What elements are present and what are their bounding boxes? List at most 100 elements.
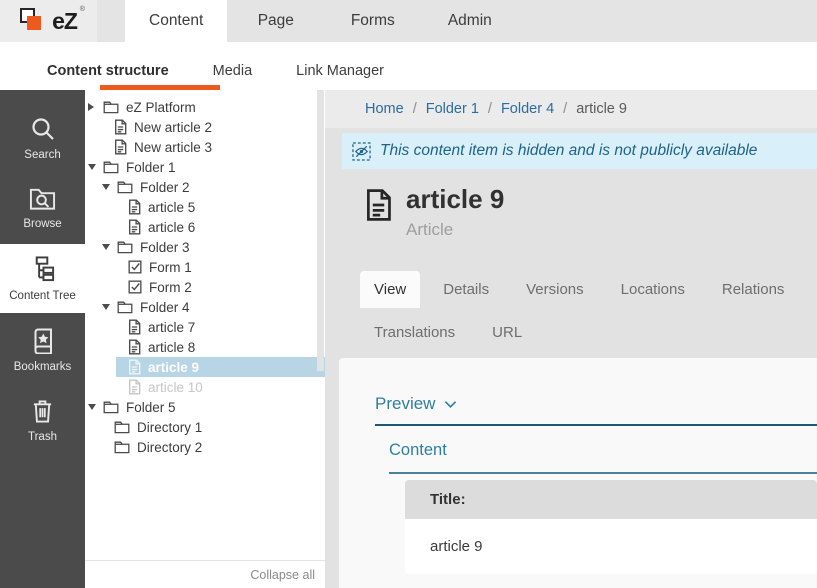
tree-item-form-1[interactable]: Form 1 <box>85 257 325 277</box>
tree-item-content: Form 2 <box>116 277 325 297</box>
tree-item-article-10[interactable]: article 10 <box>85 377 325 397</box>
breadcrumb-current: article 9 <box>576 101 627 117</box>
top-tab-content[interactable]: Content <box>125 0 227 42</box>
breadcrumb-separator: / <box>488 101 492 117</box>
tree-item-label: New article 2 <box>134 120 212 135</box>
tree-item-article-9[interactable]: article 9 <box>85 357 325 377</box>
folder-icon <box>117 300 133 314</box>
preview-section-toggle[interactable]: Preview <box>375 394 457 414</box>
tab-details[interactable]: Details <box>429 271 503 308</box>
collapse-arrow-icon[interactable] <box>102 304 115 310</box>
collapse-arrow-icon[interactable] <box>88 404 101 410</box>
breadcrumb-link-home[interactable]: Home <box>365 101 404 117</box>
tab-locations[interactable]: Locations <box>607 271 699 308</box>
tree-item-content: article 9 <box>116 357 325 377</box>
page-title-block: article 9 Article <box>365 185 504 240</box>
folder-icon <box>114 440 130 454</box>
tree-item-content: article 7 <box>116 317 325 337</box>
breadcrumb-link-folder-1[interactable]: Folder 1 <box>426 101 479 117</box>
tree-item-new-article-2[interactable]: New article 2 <box>85 117 325 137</box>
top-tab-admin[interactable]: Admin <box>421 0 518 42</box>
article-icon <box>128 219 141 235</box>
ez-logo[interactable]: eZ® <box>0 0 97 42</box>
top-tab-page[interactable]: Page <box>227 0 324 42</box>
tree-item-label: article 10 <box>148 380 203 395</box>
trash-icon <box>31 399 54 424</box>
rail-item-search[interactable]: Search <box>0 104 85 172</box>
search-icon <box>30 116 56 142</box>
tree-item-folder-1[interactable]: Folder 1 <box>85 157 325 177</box>
left-rail: Search Browse Content TreeBookmarksTrash <box>0 90 85 588</box>
article-icon <box>128 199 141 215</box>
sub-nav: Content structure Media Link Manager <box>0 42 817 90</box>
tree-item-folder-4[interactable]: Folder 4 <box>85 297 325 317</box>
hidden-content-alert: This content item is hidden and is not p… <box>342 133 817 169</box>
tree-item-content: Folder 2 <box>115 177 325 197</box>
tree-item-article-8[interactable]: article 8 <box>85 337 325 357</box>
collapse-arrow-icon[interactable] <box>102 244 115 250</box>
folder-icon <box>117 240 133 254</box>
tab-view[interactable]: View <box>360 271 420 308</box>
tree-item-content: article 10 <box>116 377 325 397</box>
tree-scrollbar[interactable] <box>317 90 324 371</box>
collapse-arrow-icon[interactable] <box>88 164 101 170</box>
tree-item-directory-1[interactable]: Directory 1 <box>85 417 325 437</box>
breadcrumb: Home/Folder 1/Folder 4/article 9 <box>325 90 817 128</box>
tree-item-article-7[interactable]: article 7 <box>85 317 325 337</box>
tree-item-label: Folder 1 <box>126 160 176 175</box>
tree-item-content: New article 2 <box>102 117 325 137</box>
form-icon <box>128 280 142 294</box>
tree-item-new-article-3[interactable]: New article 3 <box>85 137 325 157</box>
tree-item-form-2[interactable]: Form 2 <box>85 277 325 297</box>
main-area: Home/Folder 1/Folder 4/article 9 This co… <box>325 90 817 588</box>
folder-icon <box>114 420 130 434</box>
tree-item-article-6[interactable]: article 6 <box>85 217 325 237</box>
tab-translations[interactable]: Translations <box>360 314 469 351</box>
tree-item-ez-platform[interactable]: eZ Platform <box>85 97 325 117</box>
rail-item-bookmarks[interactable]: Bookmarks <box>0 316 85 384</box>
rail-item-content-tree[interactable]: Content Tree <box>0 244 85 313</box>
rail-item-browse[interactable]: Browse <box>0 175 85 241</box>
expand-arrow-icon[interactable] <box>88 103 101 111</box>
tree-item-label: Directory 1 <box>137 420 202 435</box>
breadcrumb-separator: / <box>563 101 567 117</box>
tree-item-article-5[interactable]: article 5 <box>85 197 325 217</box>
tree-item-label: article 9 <box>148 360 199 375</box>
top-tab-forms[interactable]: Forms <box>324 0 421 42</box>
tree-item-folder-5[interactable]: Folder 5 <box>85 397 325 417</box>
tree-item-folder-2[interactable]: Folder 2 <box>85 177 325 197</box>
content-section-label: Content <box>389 441 817 460</box>
collapse-arrow-icon[interactable] <box>102 184 115 190</box>
tree-item-content: article 8 <box>116 337 325 357</box>
tree-item-content: Folder 3 <box>115 237 325 257</box>
breadcrumb-link-folder-4[interactable]: Folder 4 <box>501 101 554 117</box>
tree-item-content: Folder 1 <box>101 157 325 177</box>
preview-label: Preview <box>375 394 435 414</box>
subnav-tab-link-manager[interactable]: Link Manager <box>296 63 384 79</box>
tree-item-label: article 7 <box>148 320 195 335</box>
article-icon <box>128 339 141 355</box>
tree-item-content: Directory 2 <box>102 437 325 457</box>
tree-item-label: eZ Platform <box>126 100 196 115</box>
tab-relations[interactable]: Relations <box>708 271 799 308</box>
article-icon <box>128 319 141 335</box>
tree-item-label: article 5 <box>148 200 195 215</box>
tree-item-content: Form 1 <box>116 257 325 277</box>
tree-item-content: eZ Platform <box>101 97 325 117</box>
tree-item-directory-2[interactable]: Directory 2 <box>85 437 325 457</box>
content-tree-icon <box>29 256 56 283</box>
subnav-tab-media[interactable]: Media <box>213 63 253 79</box>
tree-item-folder-3[interactable]: Folder 3 <box>85 237 325 257</box>
field-value: article 9 <box>405 519 817 574</box>
tree-item-label: article 6 <box>148 220 195 235</box>
folder-icon <box>117 180 133 194</box>
tab-versions[interactable]: Versions <box>512 271 598 308</box>
content-divider <box>389 472 817 474</box>
tree-item-content: article 5 <box>116 197 325 217</box>
rail-item-trash[interactable]: Trash <box>0 387 85 454</box>
tab-url[interactable]: URL <box>478 314 536 351</box>
collapse-all-button[interactable]: Collapse all <box>85 560 325 588</box>
top-tabs: ContentPageFormsAdmin <box>125 0 518 42</box>
subnav-tab-content-structure[interactable]: Content structure <box>47 63 169 79</box>
rail-item-label: Browse <box>23 218 61 230</box>
